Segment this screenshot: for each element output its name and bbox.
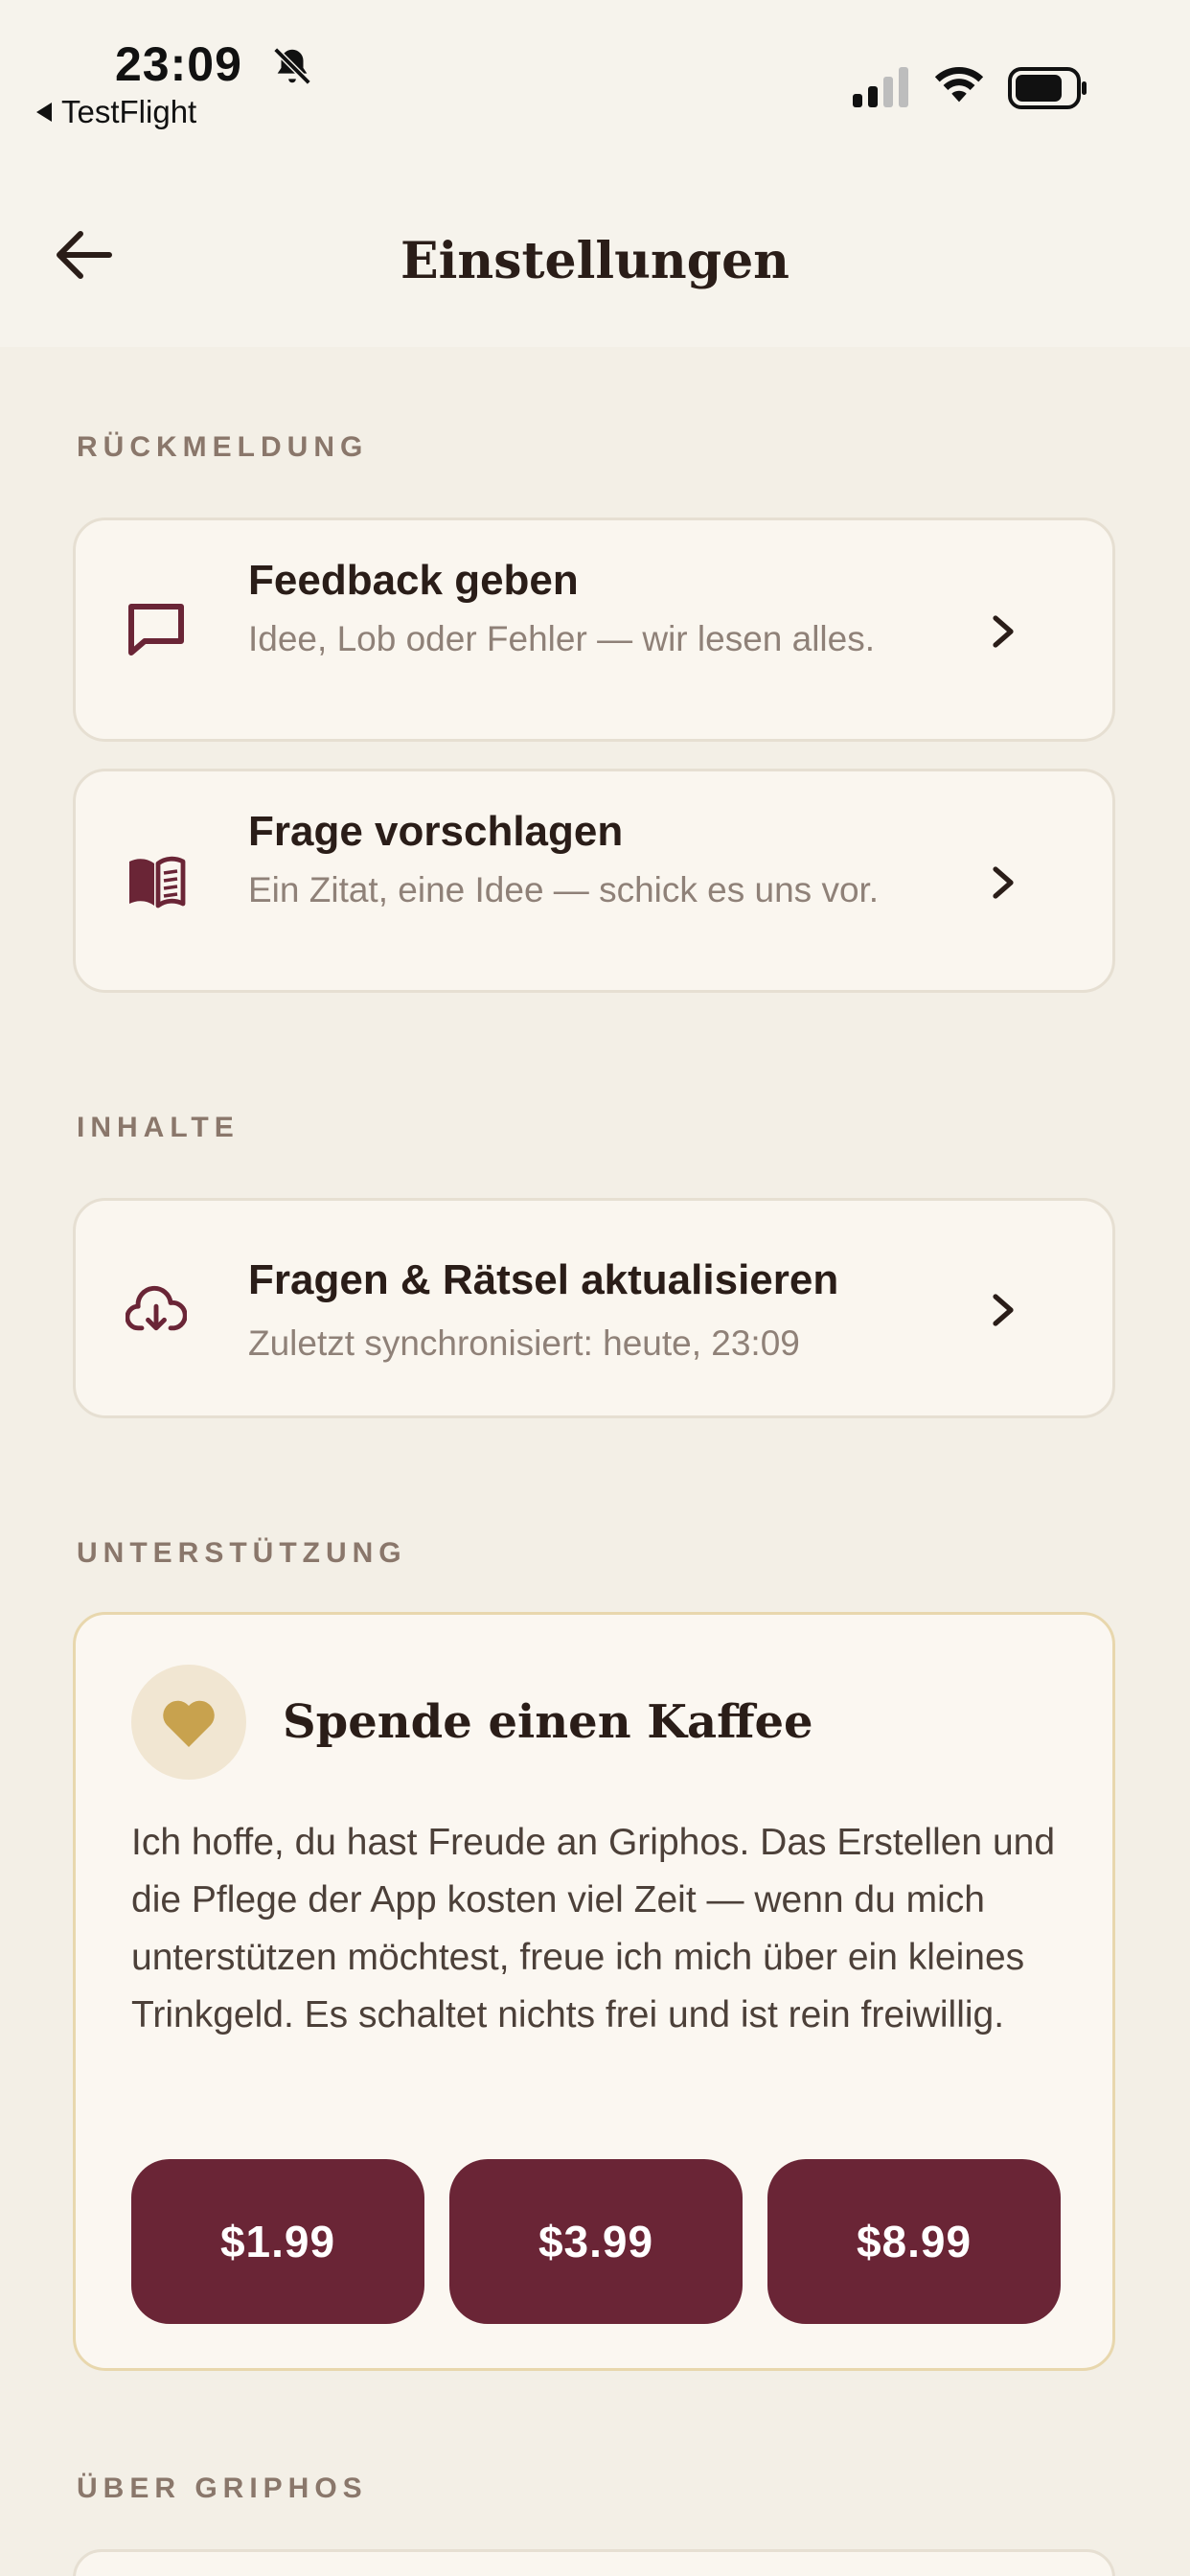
section-label-feedback: RÜCKMELDUNG <box>77 431 369 463</box>
status-time: 23:09 <box>115 37 242 91</box>
donation-description: Ich hoffe, du hast Freude an Griphos. Da… <box>131 1822 1056 2036</box>
wifi-icon <box>934 66 984 103</box>
settings-screen: 23:09 TestFlight Einstellungen RÜCKMELDU… <box>0 0 1190 2576</box>
feedback-title: Feedback geben <box>248 557 579 604</box>
page-title: Einstellungen <box>400 232 790 290</box>
about-card[interactable] <box>73 2549 1115 2576</box>
tip-options: $1.99 $3.99 $8.99 <box>131 2159 1061 2324</box>
sync-title: Fragen & Rätsel aktualisieren <box>248 1256 839 1303</box>
back-triangle-icon <box>36 103 52 122</box>
bell-off-icon <box>273 47 311 85</box>
chevron-right-icon <box>993 1294 1014 1326</box>
back-app-label: TestFlight <box>61 94 197 129</box>
donation-card: Spende einen Kaffee Ich hoffe, du hast F… <box>73 1612 1115 2371</box>
back-to-testflight-link[interactable]: TestFlight <box>36 94 196 130</box>
section-label-content: INHALTE <box>77 1112 240 1143</box>
heart-badge <box>131 1665 246 1780</box>
donation-title: Spende einen Kaffee <box>283 1695 813 1749</box>
feedback-subtitle: Idee, Lob oder Fehler — wir lesen alles. <box>248 619 876 658</box>
sync-content-row[interactable]: Fragen & Rätsel aktualisieren Zuletzt sy… <box>73 1198 1115 1418</box>
status-bar: 23:09 TestFlight <box>0 0 1190 134</box>
tip-button-medium[interactable]: $3.99 <box>449 2159 743 2324</box>
message-square-icon <box>128 604 184 656</box>
section-label-about: ÜBER GRIPHOS <box>77 2472 368 2504</box>
battery-icon <box>1008 67 1087 109</box>
suggest-question-row[interactable]: Frage vorschlagen Ein Zitat, eine Idee —… <box>73 769 1115 993</box>
tip-button-small[interactable]: $1.99 <box>131 2159 424 2324</box>
navigation-bar: Einstellungen <box>0 134 1190 347</box>
chevron-right-icon <box>993 615 1014 648</box>
sync-subtitle: Zuletzt synchronisiert: heute, 23:09 <box>248 1323 800 1363</box>
section-label-support: UNTERSTÜTZUNG <box>77 1537 407 1569</box>
heart-icon <box>163 1700 215 1747</box>
suggest-question-title: Frage vorschlagen <box>248 808 624 855</box>
cellular-signal-icon <box>853 67 908 107</box>
tip-button-large[interactable]: $8.99 <box>767 2159 1061 2324</box>
cloud-download-icon <box>126 1285 187 1331</box>
book-open-icon <box>129 856 186 908</box>
chevron-right-icon <box>993 866 1014 899</box>
suggest-question-subtitle: Ein Zitat, eine Idee — schick es uns vor… <box>248 870 880 909</box>
feedback-row[interactable]: Feedback geben Idee, Lob oder Fehler — w… <box>73 518 1115 742</box>
